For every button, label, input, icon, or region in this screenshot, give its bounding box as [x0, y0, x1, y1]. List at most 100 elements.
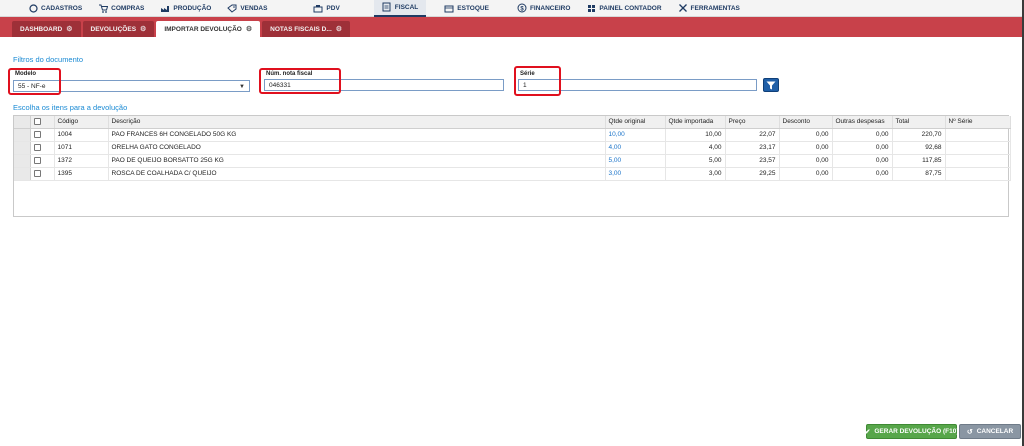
- app-window: CADASTROS COMPRAS PRODUÇÃO VENDAS PDV FI…: [0, 0, 1022, 446]
- cell-preco: 23,57: [725, 154, 780, 168]
- col-preco[interactable]: Preço: [725, 116, 780, 129]
- col-numero-serie[interactable]: Nº Série: [945, 116, 1011, 129]
- cell-qtde-importada: 10,00: [665, 128, 726, 142]
- cell-descricao: ROSCA DE COALHADA C/ QUEIJO: [108, 167, 606, 181]
- generate-return-button[interactable]: ✔ GERAR DEVOLUÇÃO (F10): [864, 424, 959, 439]
- cell-desconto: 0,00: [779, 154, 833, 168]
- gear-icon[interactable]: ⚙: [246, 25, 252, 33]
- tab-bar: DASHBOARD ⚙ DEVOLUÇÕES ⚙ IMPORTAR DEVOLU…: [0, 17, 1022, 37]
- tab-notas-fiscais[interactable]: NOTAS FISCAIS D... ⚙: [262, 21, 351, 37]
- col-descricao[interactable]: Descrição: [108, 116, 606, 129]
- col-outras-despesas[interactable]: Outras despesas: [832, 116, 893, 129]
- cell-qtde-original[interactable]: 3,00: [605, 167, 666, 181]
- gear-icon[interactable]: ⚙: [336, 25, 342, 33]
- row-header-cell: [14, 116, 31, 129]
- row-select-cell: [30, 154, 55, 168]
- row-checkbox[interactable]: [33, 169, 41, 177]
- gear-icon[interactable]: ⚙: [140, 25, 146, 33]
- menu-label: COMPRAS: [111, 4, 145, 12]
- cell-codigo: 1004: [54, 128, 109, 142]
- gear-icon[interactable]: ⚙: [66, 25, 72, 33]
- row-checkbox[interactable]: [33, 143, 41, 151]
- menu-compras[interactable]: COMPRAS: [90, 0, 152, 17]
- cancel-button[interactable]: ↺ CANCELAR: [959, 424, 1021, 439]
- main-menu: CADASTROS COMPRAS PRODUÇÃO VENDAS PDV FI…: [0, 0, 1022, 17]
- menu-label: ESTOQUE: [457, 4, 489, 12]
- menu-estoque[interactable]: ESTOQUE: [436, 0, 497, 17]
- cell-total: 92,68: [892, 141, 946, 155]
- register-icon: [313, 3, 323, 13]
- cell-qtde-original[interactable]: 5,00: [605, 154, 666, 168]
- row-header-cell: [14, 128, 31, 142]
- nota-value: 046331: [269, 81, 291, 89]
- cell-qtde-original[interactable]: 10,00: [605, 128, 666, 142]
- tab-label: IMPORTAR DEVOLUÇÃO: [164, 25, 242, 33]
- cell-numero-serie: [945, 128, 1011, 142]
- items-grid: Código Descrição Qtde original Qtde impo…: [13, 115, 1011, 217]
- items-table: Código Descrição Qtde original Qtde impo…: [14, 116, 1011, 181]
- table-row[interactable]: 1071 ORELHA GATO CONGELADO 4,00 4,00 23,…: [14, 141, 1011, 155]
- menu-vendas[interactable]: VENDAS: [219, 0, 275, 17]
- table-header-row: Código Descrição Qtde original Qtde impo…: [14, 116, 1011, 129]
- circle-icon: [28, 3, 38, 13]
- filter-button[interactable]: [763, 78, 779, 92]
- cell-outras-despesas: 0,00: [832, 128, 893, 142]
- modelo-value: 55 - NF-e: [18, 82, 46, 90]
- cell-outras-despesas: 0,00: [832, 167, 893, 181]
- table-row[interactable]: 1395 ROSCA DE COALHADA C/ QUEIJO 3,00 3,…: [14, 167, 1011, 181]
- menu-pdv[interactable]: PDV: [275, 0, 347, 17]
- tab-label: DASHBOARD: [20, 25, 63, 33]
- col-codigo[interactable]: Código: [54, 116, 109, 129]
- cell-preco: 23,17: [725, 141, 780, 155]
- menu-label: FISCAL: [394, 3, 419, 11]
- tab-label: NOTAS FISCAIS D...: [270, 25, 332, 33]
- tools-icon: [678, 3, 688, 13]
- select-all-cell: [30, 116, 55, 129]
- funnel-icon: [766, 81, 776, 89]
- col-total[interactable]: Total: [892, 116, 946, 129]
- undo-icon: ↺: [966, 428, 973, 436]
- cell-total: 117,85: [892, 154, 946, 168]
- tag-icon: [227, 3, 237, 13]
- cell-numero-serie: [945, 154, 1011, 168]
- menu-financeiro[interactable]: $ FINANCEIRO: [509, 0, 578, 17]
- menu-label: CADASTROS: [41, 4, 83, 12]
- cell-numero-serie: [945, 141, 1011, 155]
- cell-descricao: PAO DE QUEIJO BORSATTO 25G KG: [108, 154, 606, 168]
- serie-input[interactable]: 1: [518, 79, 757, 91]
- col-desconto[interactable]: Desconto: [779, 116, 833, 129]
- table-row[interactable]: 1004 PAO FRANCES 6H CONGELADO 50G KG 10,…: [14, 128, 1011, 142]
- nota-fiscal-input[interactable]: 046331: [264, 79, 504, 91]
- cell-numero-serie: [945, 167, 1011, 181]
- menu-label: PDV: [326, 4, 340, 12]
- modelo-select[interactable]: 55 - NF-e ▼: [13, 80, 250, 92]
- row-header-cell: [14, 167, 31, 181]
- row-select-cell: [30, 128, 55, 142]
- col-qtde-original[interactable]: Qtde original: [605, 116, 666, 129]
- select-all-checkbox[interactable]: [33, 118, 41, 126]
- cell-desconto: 0,00: [779, 167, 833, 181]
- cell-desconto: 0,00: [779, 141, 833, 155]
- cell-qtde-importada: 3,00: [665, 167, 726, 181]
- menu-producao[interactable]: PRODUÇÃO: [152, 0, 219, 17]
- cell-descricao: PAO FRANCES 6H CONGELADO 50G KG: [108, 128, 606, 142]
- table-row[interactable]: 1372 PAO DE QUEIJO BORSATTO 25G KG 5,00 …: [14, 154, 1011, 168]
- menu-label: PAINEL CONTADOR: [599, 4, 662, 12]
- menu-ferramentas[interactable]: FERRAMENTAS: [670, 0, 748, 17]
- items-title: Escolha os itens para a devolução: [13, 103, 128, 112]
- row-checkbox[interactable]: [33, 130, 41, 138]
- menu-cadastros[interactable]: CADASTROS: [20, 0, 90, 17]
- row-select-cell: [30, 167, 55, 181]
- row-checkbox[interactable]: [33, 156, 41, 164]
- col-qtde-importada[interactable]: Qtde importada: [665, 116, 726, 129]
- cell-outras-despesas: 0,00: [832, 154, 893, 168]
- nota-label: Núm. nota fiscal: [266, 71, 313, 77]
- cell-qtde-original[interactable]: 4,00: [605, 141, 666, 155]
- menu-painel-contador[interactable]: PAINEL CONTADOR: [578, 0, 669, 17]
- modelo-label: Modelo: [15, 71, 36, 77]
- tab-dashboard[interactable]: DASHBOARD ⚙: [12, 21, 81, 37]
- filters-title: Filtros do documento: [13, 55, 84, 64]
- tab-devolucoes[interactable]: DEVOLUÇÕES ⚙: [82, 21, 155, 37]
- menu-fiscal[interactable]: FISCAL: [373, 0, 427, 17]
- tab-importar-devolucao[interactable]: IMPORTAR DEVOLUÇÃO ⚙: [156, 21, 261, 37]
